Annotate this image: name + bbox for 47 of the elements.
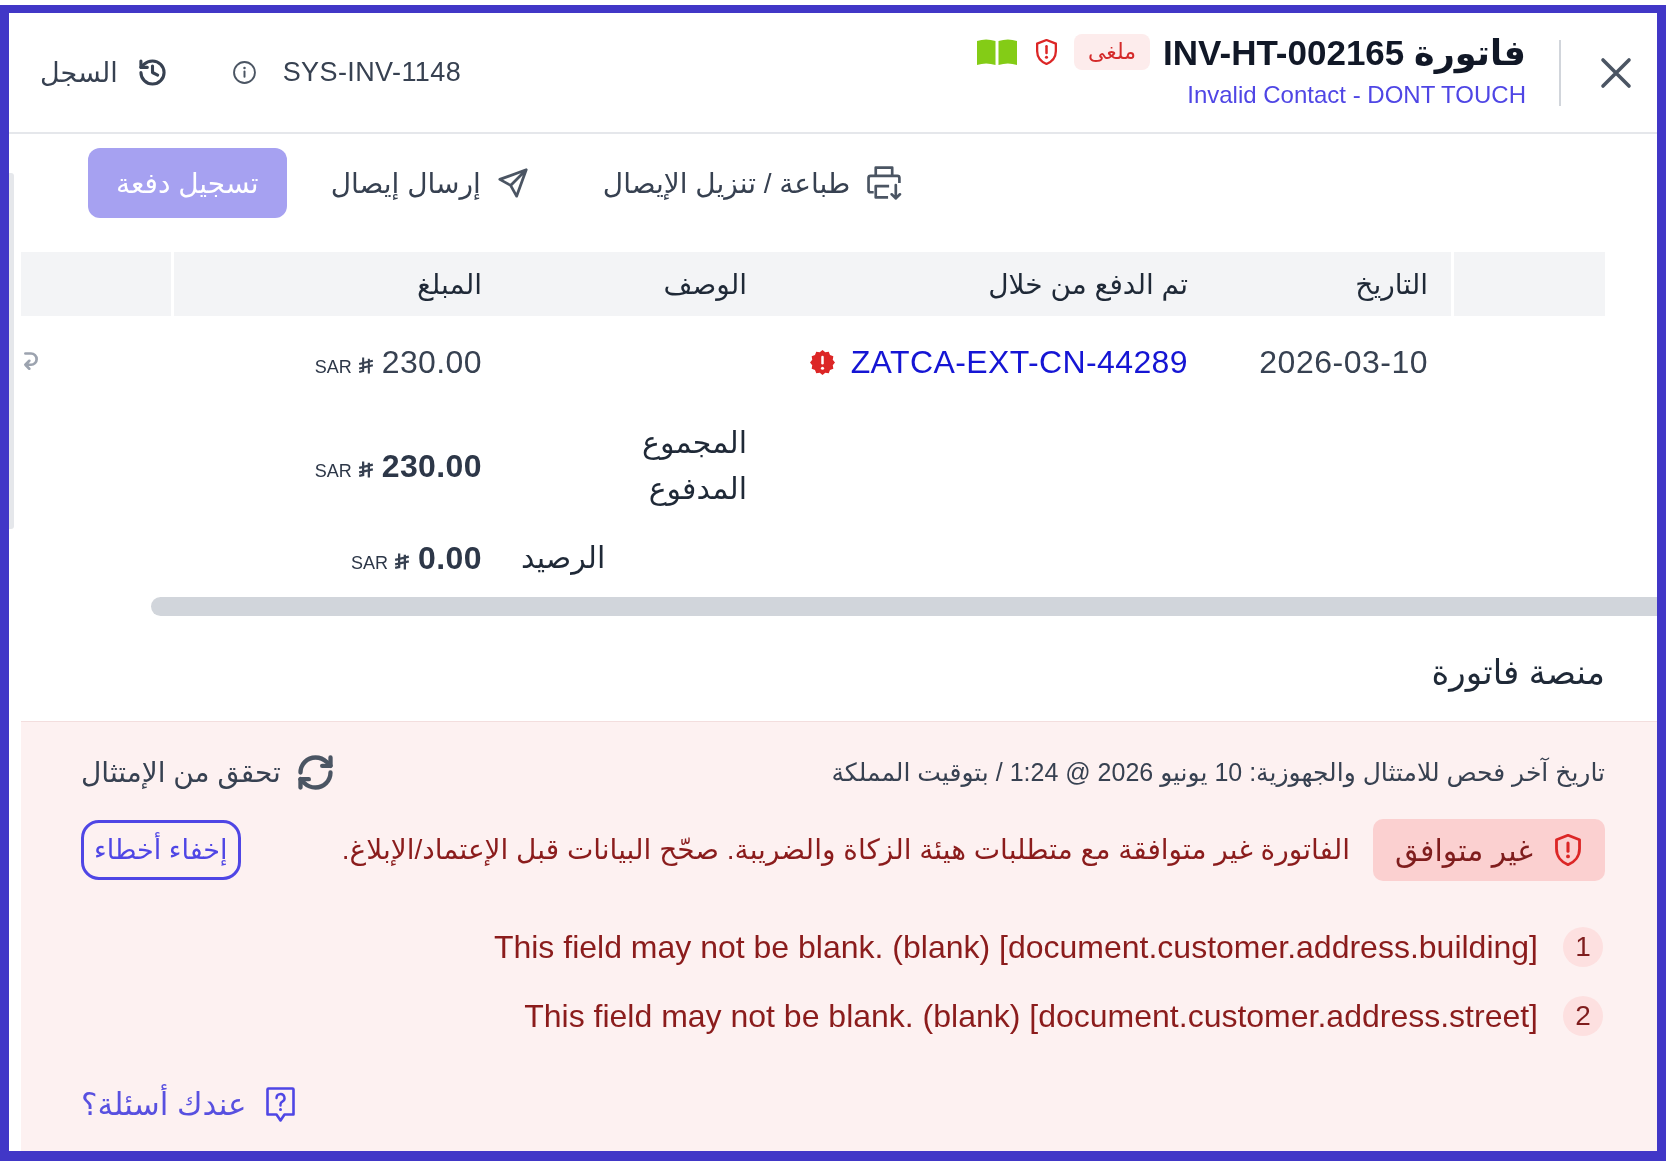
shield-alert-icon bbox=[1036, 39, 1058, 65]
status-badge: ملغى bbox=[1074, 34, 1151, 70]
column-header: الوصف bbox=[663, 267, 747, 301]
send-receipt-button[interactable]: إرسال إيصال bbox=[330, 166, 528, 200]
riyal-sign-icon bbox=[357, 355, 374, 375]
payment-reference-link[interactable]: ZATCA-EXT-CN-44289 bbox=[850, 343, 1188, 381]
printer-icon bbox=[867, 166, 904, 200]
column-header: المبلغ bbox=[416, 267, 482, 301]
currency-code: SAR bbox=[351, 552, 389, 574]
column-header: تم الدفع من خلال bbox=[988, 267, 1188, 301]
print-download-button[interactable]: طباعة / تنزيل الإيصال bbox=[602, 166, 904, 200]
last-check-text: تاريخ آخر فحص للامتثال والجهوزية: 10 يونيو 2026 @ 1:24 / بتوقيت المملكة bbox=[831, 757, 1605, 787]
refresh-icon bbox=[297, 754, 333, 790]
compliance-status-text: غير متوافق bbox=[1395, 832, 1533, 868]
currency-code: SAR bbox=[314, 460, 352, 482]
alert-badge-icon bbox=[809, 349, 835, 375]
total-amount: 230.00 bbox=[381, 447, 482, 485]
riyal-sign-icon bbox=[394, 551, 411, 571]
error-number: 1 bbox=[1563, 927, 1603, 967]
history-icon bbox=[138, 59, 166, 86]
total-label: الرصيد bbox=[521, 540, 606, 577]
riyal-sign-icon bbox=[357, 459, 374, 479]
close-icon bbox=[1600, 56, 1632, 89]
question-bubble-icon bbox=[265, 1086, 295, 1123]
info-icon bbox=[232, 61, 256, 84]
book-icon bbox=[976, 38, 1019, 66]
hide-errors-button[interactable]: إخفاء أخطاء bbox=[81, 820, 241, 880]
column-header: التاريخ bbox=[1355, 267, 1428, 301]
section-title: منصة فاتورة bbox=[1431, 652, 1605, 693]
error-message: This field may not be blank. (blank) [document.customer.address.building] bbox=[493, 928, 1538, 966]
history-button[interactable]: السجل bbox=[40, 56, 166, 89]
system-id: SYS-INV-1148 bbox=[282, 57, 462, 88]
shield-alert-icon bbox=[1555, 834, 1581, 866]
contact-link[interactable]: Invalid Contact - DONT TOUCH bbox=[1187, 79, 1526, 109]
total-amount: 0.00 bbox=[418, 539, 482, 577]
date-cell: 2026-03-10 bbox=[1259, 343, 1428, 381]
help-link[interactable]: عندك أسئلة؟ bbox=[81, 1086, 295, 1123]
verify-compliance-button[interactable]: تحقق من الإمتثال bbox=[81, 754, 333, 790]
total-label: المجموع المدفوع bbox=[642, 425, 747, 508]
currency-code: SAR bbox=[314, 356, 352, 378]
error-message: This field may not be blank. (blank) [document.customer.address.street] bbox=[524, 997, 1538, 1035]
horizontal-scrollbar[interactable] bbox=[151, 597, 1657, 616]
send-icon bbox=[497, 168, 528, 198]
compliance-message: الفاتورة غير متوافقة مع متطلبات هيئة الزكاة والضريبة. صحّح البيانات قبل الإعتماد/الإبلاغ. bbox=[340, 833, 1351, 868]
invoice-title: فاتورة INV-HT-002165 bbox=[1163, 31, 1526, 74]
amount-value: 230.00 bbox=[381, 343, 482, 381]
error-number: 2 bbox=[1563, 996, 1603, 1036]
